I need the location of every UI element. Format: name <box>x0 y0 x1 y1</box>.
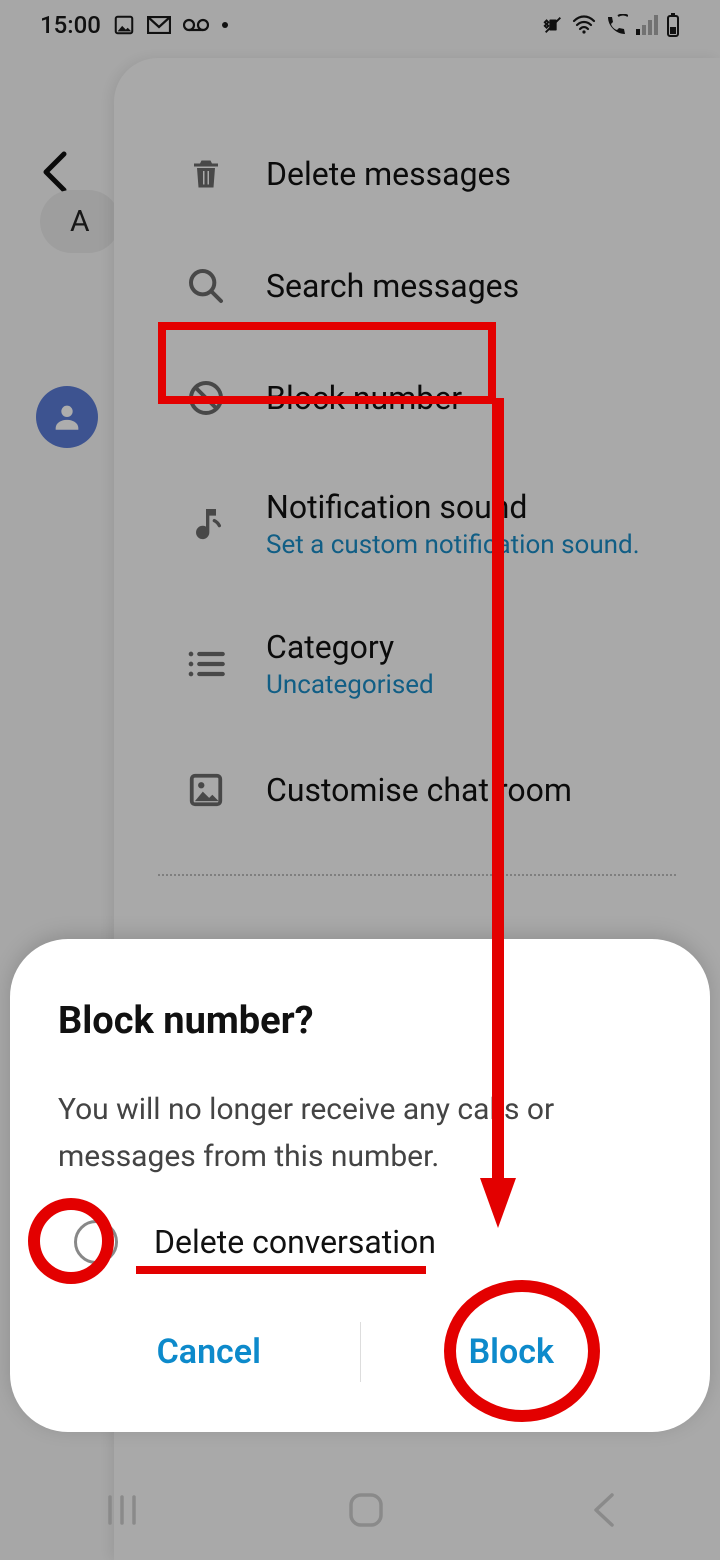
block-button[interactable]: Block <box>361 1312 663 1392</box>
cancel-button[interactable]: Cancel <box>58 1312 360 1392</box>
system-nav-bar <box>0 1460 720 1560</box>
delete-conversation-checkbox-row[interactable]: Delete conversation <box>58 1220 662 1264</box>
screen-root: A Delete messages Search messages Block … <box>0 0 720 1560</box>
dialog-body: You will no longer receive any calls or … <box>58 1087 662 1180</box>
checkbox-label: Delete conversation <box>154 1223 436 1261</box>
back-nav-icon[interactable] <box>590 1491 618 1529</box>
dialog-actions: Cancel Block <box>58 1312 662 1392</box>
voicemail-icon <box>183 17 209 33</box>
home-nav-icon[interactable] <box>345 1489 387 1531</box>
vibrate-icon <box>542 14 564 36</box>
picture-indicator-icon <box>113 14 135 36</box>
status-bar: 15:00 <box>0 0 720 50</box>
wifi-icon <box>572 15 596 35</box>
wifi-calling-icon <box>604 14 628 36</box>
dialog-title: Block number? <box>58 999 662 1043</box>
status-time: 15:00 <box>40 11 101 39</box>
battery-icon <box>666 13 680 37</box>
gmail-icon <box>147 16 171 34</box>
more-dot-icon <box>221 21 229 29</box>
checkbox-unchecked-icon[interactable] <box>74 1220 118 1264</box>
block-number-dialog: Block number? You will no longer receive… <box>10 939 710 1432</box>
signal-icon <box>636 15 658 35</box>
recents-nav-icon[interactable] <box>102 1493 142 1527</box>
